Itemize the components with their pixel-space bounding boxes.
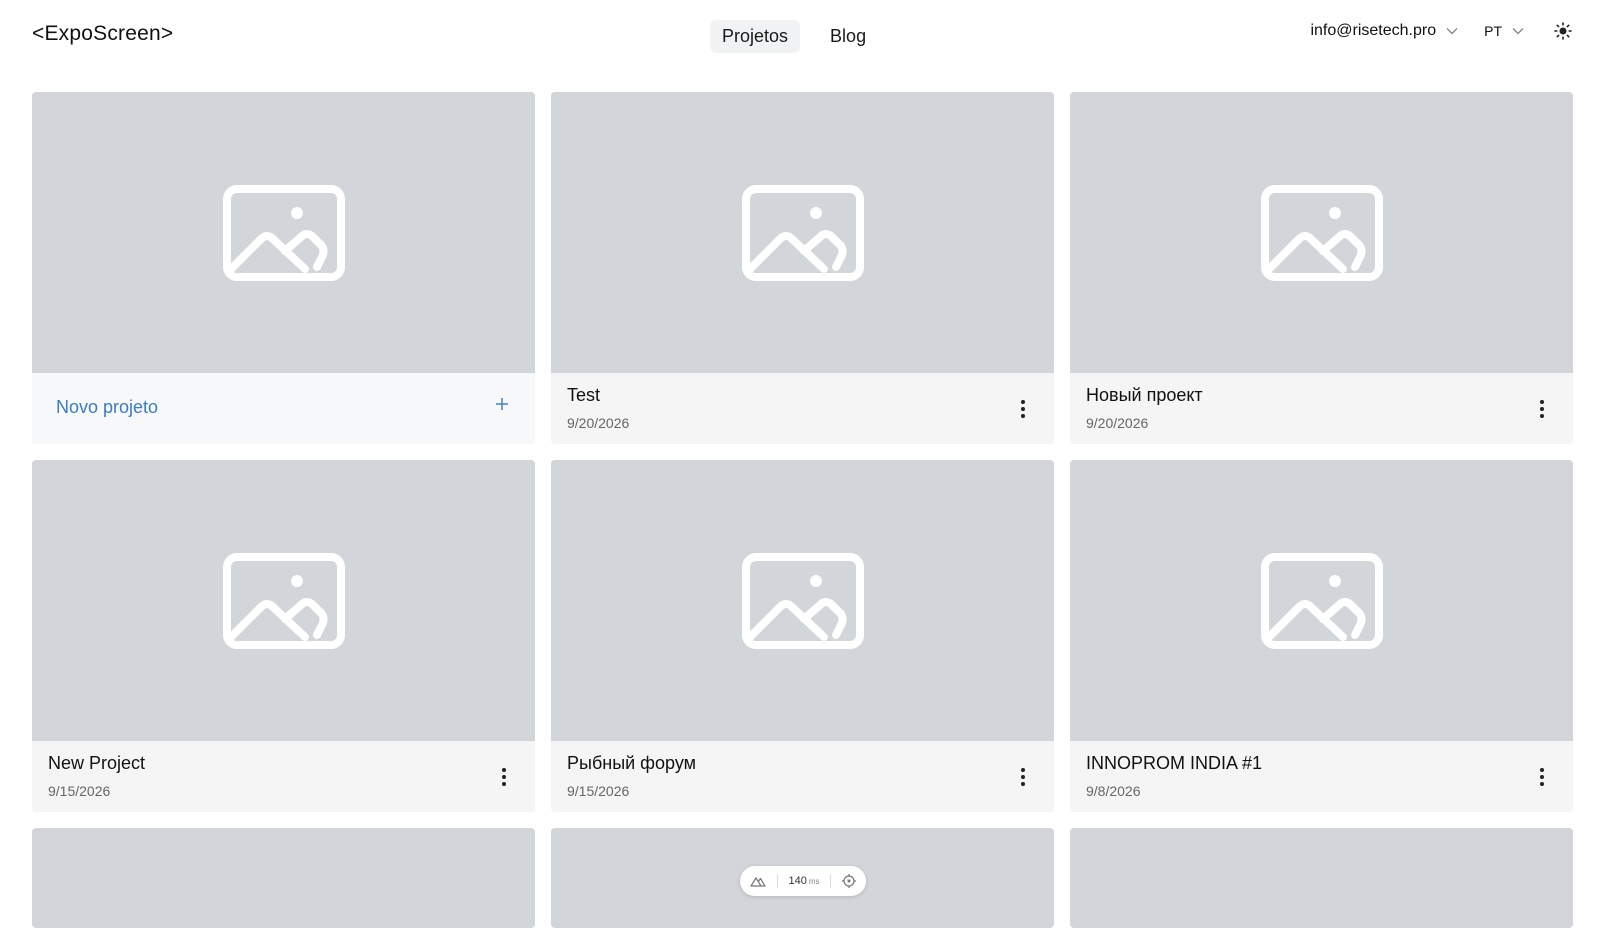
- language-label: PT: [1484, 23, 1502, 39]
- project-title: New Project: [48, 753, 146, 773]
- more-vertical-icon[interactable]: [501, 767, 507, 787]
- image-placeholder-icon: [1260, 552, 1383, 649]
- more-vertical-icon[interactable]: [1020, 767, 1026, 787]
- performance-widget[interactable]: 140 ms: [740, 866, 866, 896]
- project-title: Test: [567, 385, 601, 405]
- card-footer: Новый проект 9/20/2026: [1070, 373, 1573, 444]
- card-thumbnail: [1070, 92, 1573, 373]
- card-footer: INNOPROM INDIA #1 9/8/2026: [1070, 741, 1573, 812]
- app-logo[interactable]: <ExpoScreen>: [32, 22, 173, 46]
- mountain-icon: [750, 877, 766, 887]
- project-card[interactable]: Рыбный форум 9/15/2026: [551, 460, 1054, 812]
- project-date: 9/20/2026: [1086, 415, 1149, 431]
- divider: [776, 874, 778, 888]
- chevron-down-icon: [1512, 28, 1524, 35]
- latency-value: 140: [788, 875, 807, 887]
- main-nav: Projetos Blog: [710, 20, 878, 53]
- card-thumbnail: [1070, 828, 1573, 928]
- card-thumbnail: [551, 460, 1054, 741]
- project-card[interactable]: INNOPROM INDIA #1 9/8/2026: [1070, 460, 1573, 812]
- card-thumbnail: [32, 92, 535, 373]
- card-thumbnail: [1070, 460, 1573, 741]
- divider: [830, 874, 832, 888]
- card-footer: New Project 9/15/2026: [32, 741, 535, 812]
- language-dropdown[interactable]: PT: [1484, 23, 1524, 39]
- card-footer: Рыбный форум 9/15/2026: [551, 741, 1054, 812]
- more-vertical-icon[interactable]: [1020, 399, 1026, 419]
- project-title: Рыбный форум: [567, 753, 696, 773]
- latency-unit: ms: [808, 877, 820, 886]
- new-project-label: Novo projeto: [56, 397, 159, 417]
- project-date: 9/8/2026: [1086, 783, 1141, 799]
- project-card[interactable]: Новый проект 9/20/2026: [1070, 92, 1573, 444]
- header-tools: info@risetech.pro PT: [1310, 22, 1572, 40]
- latency-readout: 140 ms: [788, 875, 819, 887]
- chevron-down-icon: [1446, 28, 1458, 35]
- plus-icon[interactable]: [495, 397, 509, 411]
- nav-projects[interactable]: Projetos: [710, 20, 801, 53]
- image-placeholder-icon: [222, 552, 345, 649]
- more-vertical-icon[interactable]: [1539, 399, 1545, 419]
- project-date: 9/20/2026: [567, 415, 630, 431]
- more-vertical-icon[interactable]: [1539, 767, 1545, 787]
- card-footer: Test 9/20/2026: [551, 373, 1054, 444]
- card-thumbnail: [32, 828, 535, 928]
- image-placeholder-icon: [741, 552, 864, 649]
- project-card[interactable]: [32, 828, 535, 928]
- project-card[interactable]: [1070, 828, 1573, 928]
- card-thumbnail: [32, 460, 535, 741]
- target-icon[interactable]: [841, 874, 856, 888]
- image-placeholder-icon: [1260, 184, 1383, 281]
- project-card[interactable]: New Project 9/15/2026: [32, 460, 535, 812]
- project-title: Новый проект: [1086, 385, 1203, 405]
- image-placeholder-icon: [222, 184, 345, 281]
- new-project-card[interactable]: Novo projeto: [32, 92, 535, 444]
- project-card[interactable]: Test 9/20/2026: [551, 92, 1054, 444]
- account-email: info@risetech.pro: [1310, 22, 1437, 39]
- top-bar: <ExpoScreen> Projetos Blog info@risetech…: [0, 0, 1600, 72]
- account-dropdown[interactable]: info@risetech.pro: [1310, 22, 1458, 40]
- card-thumbnail: [551, 92, 1054, 373]
- card-footer: Novo projeto: [32, 373, 535, 444]
- projects-grid: Novo projeto Test 9/20/2026 Новый проект…: [32, 92, 1573, 928]
- project-title: INNOPROM INDIA #1: [1086, 753, 1263, 773]
- project-date: 9/15/2026: [48, 783, 111, 799]
- nav-blog[interactable]: Blog: [818, 20, 878, 53]
- project-date: 9/15/2026: [567, 783, 630, 799]
- image-placeholder-icon: [741, 184, 864, 281]
- sun-icon[interactable]: [1554, 22, 1572, 40]
